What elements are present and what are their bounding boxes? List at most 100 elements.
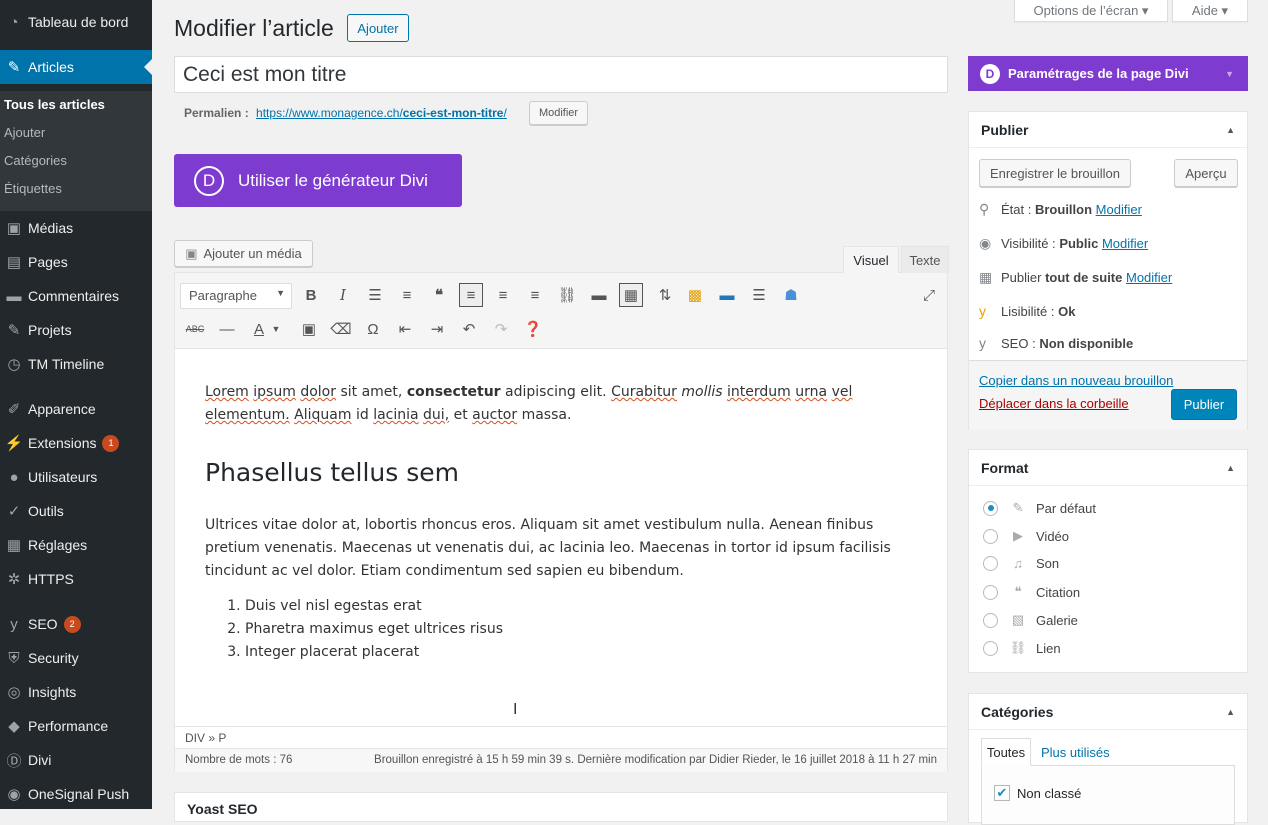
menu-item-projects[interactable]: ✎ Projets	[0, 313, 152, 347]
submenu-tags[interactable]: Étiquettes	[4, 181, 62, 196]
tab-text[interactable]: Texte	[901, 246, 949, 274]
horizontal-line-icon[interactable]: —	[215, 317, 239, 341]
menu-item-media[interactable]: ▣ Médias	[0, 211, 152, 245]
clear-formatting-icon[interactable]: ⌫	[329, 317, 353, 341]
menu-item-settings[interactable]: ▦ Réglages	[0, 528, 152, 562]
undo-icon[interactable]: ↶	[457, 317, 481, 341]
visibility-value: Public	[1059, 236, 1099, 251]
menu-item-seo[interactable]: y SEO 2	[0, 607, 152, 641]
align-center-icon[interactable]: ≡	[491, 283, 515, 307]
redo-icon[interactable]: ↷	[489, 317, 513, 341]
permalink-edit-button[interactable]: Modifier	[529, 101, 588, 125]
menu-item-insights[interactable]: ◎ Insights	[0, 675, 152, 709]
copy-draft-link[interactable]: Copier dans un nouveau brouillon	[979, 373, 1173, 388]
blockquote-icon[interactable]: ❝	[427, 283, 451, 307]
format-box-header[interactable]: Format ▲	[969, 450, 1247, 486]
divi-settings-box[interactable]: D Paramétrages de la page Divi ▼	[968, 56, 1248, 91]
screen-options-button[interactable]: Options de l’écran ▾	[1014, 0, 1168, 22]
schedule-edit-link[interactable]: Modifier	[1126, 270, 1172, 285]
format-option-link[interactable]: ⛓ Lien	[983, 640, 1061, 656]
special-character-icon[interactable]: Ω	[361, 317, 385, 341]
format-label: Citation	[1036, 584, 1081, 600]
categories-box-header[interactable]: Catégories ▲	[969, 694, 1247, 730]
tab-all-categories[interactable]: Toutes	[981, 738, 1031, 766]
collapse-icon[interactable]: ▲	[1226, 125, 1235, 135]
divi-builder-button[interactable]: D Utiliser le générateur Divi	[174, 154, 462, 207]
outdent-icon[interactable]: ⇤	[393, 317, 417, 341]
status-edit-link[interactable]: Modifier	[1096, 202, 1142, 217]
tab-popular-categories[interactable]: Plus utilisés	[1041, 745, 1110, 760]
bold-icon[interactable]: B	[299, 283, 323, 307]
menu-item-pages[interactable]: ▤ Pages	[0, 245, 152, 279]
menu-item-performance[interactable]: ◆ Performance	[0, 709, 152, 743]
link-icon[interactable]: ⛓	[555, 283, 579, 307]
preview-button[interactable]: Aperçu	[1174, 159, 1238, 187]
help-icon[interactable]: ❓	[521, 317, 545, 341]
yoast-seo-box[interactable]: Yoast SEO	[174, 792, 948, 822]
divider-shortcode-icon[interactable]: ☰	[747, 283, 771, 307]
collapse-icon[interactable]: ▲	[1226, 707, 1235, 717]
visibility-edit-link[interactable]: Modifier	[1102, 236, 1148, 251]
publish-button[interactable]: Publier	[1171, 389, 1237, 420]
radio-button[interactable]	[983, 500, 998, 516]
text-color-icon[interactable]: A	[247, 317, 271, 341]
divi-layout-icon[interactable]: ⇅	[653, 283, 677, 307]
align-left-icon[interactable]: ≡	[459, 283, 483, 307]
menu-item-tools[interactable]: ✓ Outils	[0, 494, 152, 528]
bullet-list-icon[interactable]: ☰	[363, 283, 387, 307]
menu-item-https[interactable]: ✲ HTTPS	[0, 562, 152, 596]
tab-visual[interactable]: Visuel	[843, 246, 899, 274]
menu-item-comments[interactable]: ▬ Commentaires	[0, 279, 152, 313]
read-more-icon[interactable]: ▬	[587, 283, 611, 307]
radio-button[interactable]	[983, 640, 998, 656]
trash-link[interactable]: Déplacer dans la corbeille	[979, 396, 1129, 411]
radio-button[interactable]	[983, 556, 998, 571]
permalink-link[interactable]: https://www.monagence.ch/ceci-est-mon-ti…	[256, 106, 507, 120]
radio-button[interactable]	[983, 528, 998, 544]
radio-button[interactable]	[983, 584, 998, 600]
menu-item-articles[interactable]: ✎ Articles	[0, 50, 152, 84]
format-select[interactable]: Paragraphe ▼	[180, 283, 292, 309]
format-box: Format ▲ ✎ Par défaut ▶ Vidéo ♫ Son ❝ Citatio…	[968, 449, 1248, 673]
format-option-video[interactable]: ▶ Vidéo	[983, 528, 1069, 544]
button-shortcode-icon[interactable]: ▬	[715, 283, 739, 307]
menu-item-plugins[interactable]: ⚡ Extensions 1	[0, 426, 152, 460]
strikethrough-icon[interactable]: ABC	[183, 317, 207, 341]
toolbar-toggle-icon[interactable]: ▦	[619, 283, 643, 307]
post-title-input[interactable]: Ceci est mon titre	[174, 56, 948, 93]
editor-content[interactable]: Lorem ipsum dolor sit amet, consectetur …	[205, 381, 917, 664]
submenu-all-articles[interactable]: Tous les articles	[4, 97, 105, 112]
menu-item-dashboard[interactable]: ◔ Tableau de bord	[0, 5, 152, 39]
menu-item-timeline[interactable]: ◷ TM Timeline	[0, 347, 152, 381]
menu-item-users[interactable]: ● Utilisateurs	[0, 460, 152, 494]
menu-item-onesignal[interactable]: ◉ OneSignal Push	[0, 777, 152, 811]
format-option-gallery[interactable]: ▧ Galerie	[983, 612, 1078, 628]
save-draft-button[interactable]: Enregistrer le brouillon	[979, 159, 1131, 187]
publish-box-header[interactable]: Publier ▲	[969, 112, 1247, 148]
fullscreen-icon[interactable]: ⤢	[917, 283, 941, 307]
author-icon[interactable]: ☗	[779, 283, 803, 307]
menu-item-divi[interactable]: Ⓓ Divi	[0, 743, 152, 777]
add-new-button[interactable]: Ajouter	[347, 14, 409, 42]
chevron-down-icon[interactable]: ▼	[269, 317, 283, 341]
shortcode-icon[interactable]: ▩	[683, 283, 707, 307]
category-item[interactable]: ✔ Non classé	[994, 785, 1081, 801]
numbered-list-icon[interactable]: ≡	[395, 283, 419, 307]
align-right-icon[interactable]: ≡	[523, 283, 547, 307]
word-vel: vel	[831, 384, 853, 400]
format-option-quote[interactable]: ❝ Citation	[983, 584, 1080, 600]
menu-item-appearance[interactable]: ✐ Apparence	[0, 392, 152, 426]
italic-icon[interactable]: I	[331, 283, 355, 307]
submenu-categories[interactable]: Catégories	[4, 153, 67, 168]
add-media-button[interactable]: ▣ Ajouter un média	[174, 240, 313, 267]
paste-text-icon[interactable]: ▣	[297, 317, 321, 341]
checkbox-checked-icon[interactable]: ✔	[994, 785, 1010, 801]
collapse-icon[interactable]: ▲	[1226, 463, 1235, 473]
submenu-add[interactable]: Ajouter	[4, 125, 45, 140]
indent-icon[interactable]: ⇥	[425, 317, 449, 341]
format-option-audio[interactable]: ♫ Son	[983, 556, 1059, 571]
format-option-standard[interactable]: ✎ Par défaut	[983, 500, 1096, 516]
menu-item-security[interactable]: ⛨ Security	[0, 641, 152, 675]
help-button[interactable]: Aide ▾	[1172, 0, 1248, 22]
radio-button[interactable]	[983, 612, 998, 628]
